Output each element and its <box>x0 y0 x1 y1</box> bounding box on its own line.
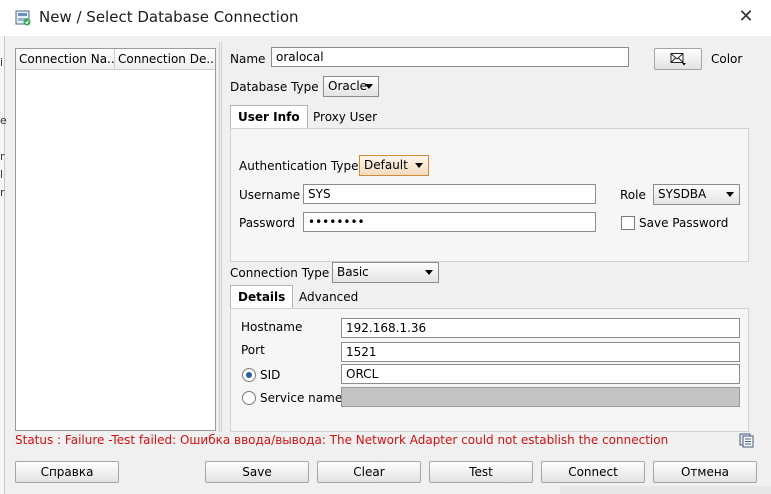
database-type-dropdown[interactable]: Oracle <box>323 76 379 97</box>
background-text: i <box>0 56 4 69</box>
column-header-connection-details[interactable]: Connection De... <box>115 49 215 70</box>
chevron-down-icon <box>415 163 423 168</box>
connection-type-label: Connection Type <box>230 266 330 280</box>
role-label: Role <box>620 188 646 202</box>
color-label: Color <box>711 52 743 66</box>
authentication-type-value: Default <box>364 158 408 172</box>
close-icon[interactable]: ✕ <box>735 6 757 28</box>
background-text: e <box>0 114 7 127</box>
database-connection-icon <box>15 10 31 26</box>
color-button[interactable] <box>654 48 702 70</box>
service-name-radio[interactable] <box>242 391 256 405</box>
authentication-type-label: Authentication Type <box>239 159 359 173</box>
connection-list-header: Connection Na... Connection De... <box>16 49 215 70</box>
tab-advanced[interactable]: Advanced <box>292 286 365 310</box>
service-name-label: Service name <box>260 391 343 405</box>
log-icon[interactable] <box>739 433 754 448</box>
role-dropdown[interactable]: SYSDBA <box>653 184 740 205</box>
password-field[interactable]: •••••••• <box>303 212 596 232</box>
sid-radio[interactable] <box>242 368 256 382</box>
sid-label: SID <box>260 368 281 382</box>
sid-field[interactable]: ORCL <box>341 364 740 384</box>
service-name-field <box>341 387 740 407</box>
tab-user-info[interactable]: User Info <box>230 105 308 129</box>
background-text: r <box>0 150 5 163</box>
connection-list[interactable]: Connection Na... Connection De... <box>15 48 216 431</box>
title-bar: New / Select Database Connection ✕ <box>0 0 771 36</box>
connect-button[interactable]: Connect <box>541 461 645 483</box>
background-window-edge <box>0 36 5 494</box>
port-label: Port <box>241 343 265 357</box>
chevron-down-icon <box>365 84 373 89</box>
database-type-label: Database Type <box>230 80 319 94</box>
cancel-button[interactable]: Отмена <box>653 461 757 483</box>
connection-type-dropdown[interactable]: Basic <box>332 262 439 283</box>
test-button[interactable]: Test <box>429 461 533 483</box>
background-window-edge <box>560 486 771 494</box>
save-button[interactable]: Save <box>205 461 309 483</box>
role-value: SYSDBA <box>658 187 707 201</box>
username-field[interactable]: SYS <box>303 184 596 204</box>
port-field[interactable]: 1521 <box>341 342 740 362</box>
database-type-value: Oracle <box>328 79 368 93</box>
window-title: New / Select Database Connection <box>39 8 299 26</box>
background-text: r <box>0 186 5 199</box>
tab-proxy-user[interactable]: Proxy User <box>306 106 384 130</box>
name-field[interactable]: oralocal <box>271 47 629 67</box>
help-button[interactable]: Справка <box>15 461 119 483</box>
status-message: Status : Failure -Test failed: Ошибка вв… <box>15 433 669 447</box>
chevron-down-icon <box>726 192 734 197</box>
hostname-field[interactable]: 192.168.1.36 <box>341 318 740 338</box>
authentication-type-dropdown[interactable]: Default <box>359 155 429 176</box>
clear-button[interactable]: Clear <box>317 461 421 483</box>
chevron-down-icon <box>425 270 433 275</box>
envelope-icon <box>670 53 686 66</box>
save-password-label: Save Password <box>639 216 729 230</box>
tab-details[interactable]: Details <box>230 285 294 309</box>
hostname-label: Hostname <box>241 320 303 334</box>
background-text: l <box>0 168 4 181</box>
connection-type-value: Basic <box>337 265 369 279</box>
username-label: Username <box>239 188 300 202</box>
password-label: Password <box>239 216 296 230</box>
username-label-text: Username <box>239 188 301 202</box>
name-label: Name <box>230 52 266 66</box>
column-header-connection-name[interactable]: Connection Na... <box>16 49 115 70</box>
save-password-checkbox[interactable] <box>621 216 635 230</box>
splitter[interactable] <box>219 42 222 432</box>
